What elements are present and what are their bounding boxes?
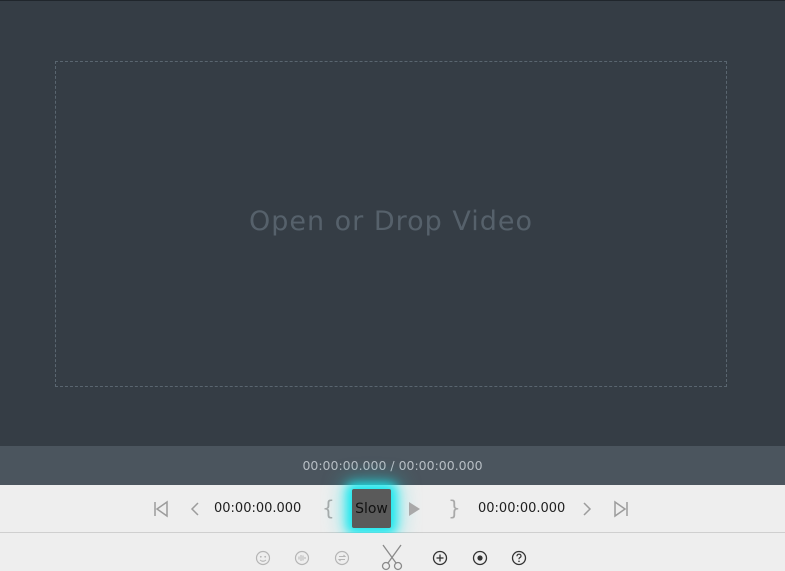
start-time-field[interactable]: 00:00:00.000 (214, 501, 301, 516)
audio-wave-icon[interactable] (293, 549, 311, 567)
plus-circle-icon[interactable] (431, 549, 449, 567)
drop-zone[interactable]: Open or Drop Video (55, 61, 727, 387)
help-circle-icon[interactable] (510, 549, 528, 567)
timeline-position-bar[interactable]: 00:00:00.000 / 00:00:00.000 (0, 446, 785, 485)
end-time-field[interactable]: 00:00:00.000 (478, 501, 565, 516)
skip-to-end-icon[interactable] (611, 499, 631, 519)
drop-zone-label: Open or Drop Video (248, 205, 534, 237)
chevron-left-icon[interactable] (186, 499, 204, 519)
face-icon[interactable] (254, 549, 272, 567)
chevron-right-icon[interactable] (578, 499, 596, 519)
position-readout: 00:00:00.000 / 00:00:00.000 (302, 458, 483, 473)
speed-button[interactable]: Slow (352, 489, 391, 528)
play-icon[interactable] (404, 499, 424, 519)
scissors-icon[interactable] (378, 543, 406, 571)
loop-icon[interactable] (333, 549, 351, 567)
video-preview-area[interactable]: Open or Drop Video (0, 0, 785, 446)
speed-label: Slow (355, 500, 388, 517)
skip-to-start-icon[interactable] (151, 499, 171, 519)
record-circle-icon[interactable] (471, 549, 489, 567)
playback-controls (0, 485, 785, 533)
mark-in-button[interactable]: { (322, 496, 335, 520)
mark-out-button[interactable]: } (448, 496, 461, 520)
